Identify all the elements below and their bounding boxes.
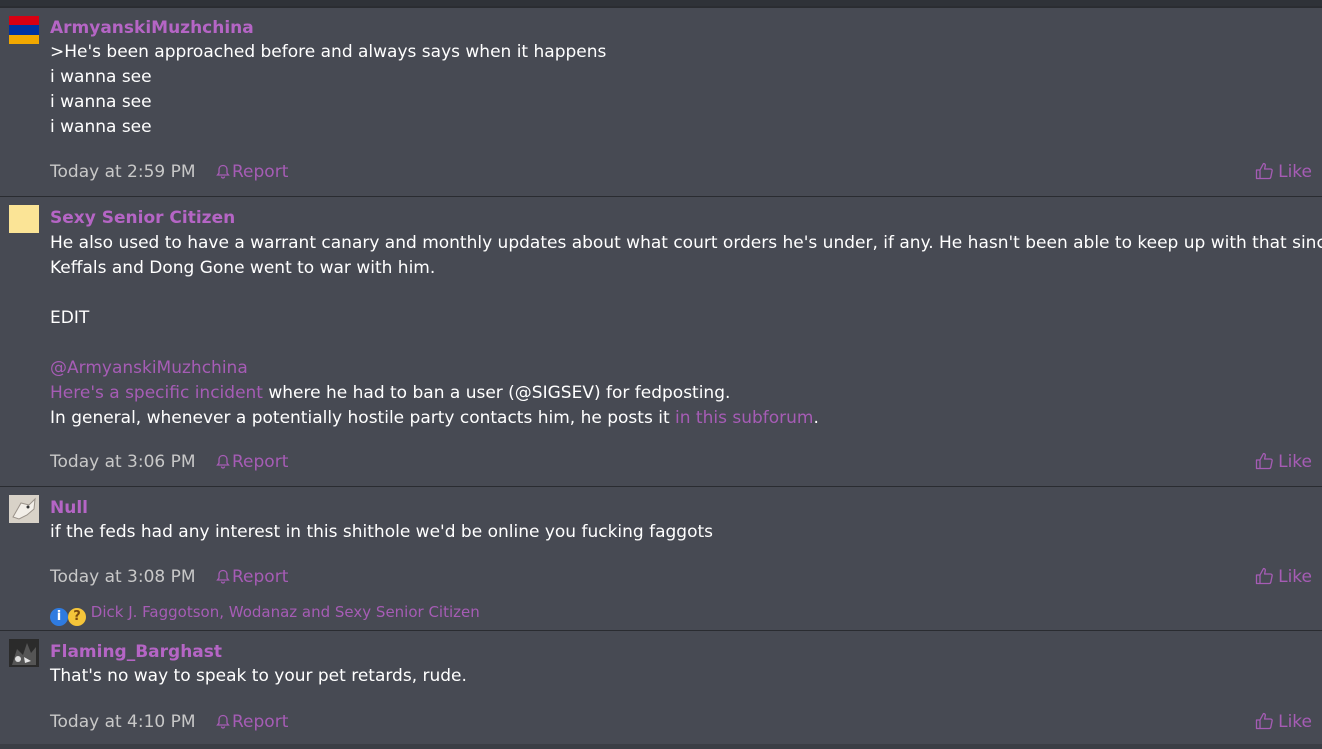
post-timestamp[interactable]: Today at 4:10 PM xyxy=(50,712,196,732)
thumbs-up-icon xyxy=(1255,712,1273,730)
bell-icon xyxy=(216,569,230,584)
post-text: where he had to ban a user (@SIGSEV) for… xyxy=(262,383,731,403)
post-2: Sexy Senior Citizen He also used to have… xyxy=(0,196,1322,486)
post-text: In general, whenever a potentially hosti… xyxy=(50,408,676,428)
like-label: Like xyxy=(1278,162,1312,182)
post-1: ArmyanskiMuzhchina >He's been approached… xyxy=(0,7,1322,196)
report-button[interactable]: Report xyxy=(216,160,288,184)
reactions-users[interactable]: Dick J. Faggotson, Wodanaz and Sexy Seni… xyxy=(91,603,480,621)
report-button[interactable]: Report xyxy=(216,710,288,734)
thinking-face-icon: ? xyxy=(68,608,86,626)
post-line: i wanna see xyxy=(50,92,152,112)
like-button[interactable]: Like xyxy=(1255,710,1312,734)
post-line: >He's been approached before and always … xyxy=(50,42,607,62)
post-line: That's no way to speak to your pet retar… xyxy=(50,666,467,686)
post-line: Keffals and Dong Gone went to war with h… xyxy=(50,258,436,278)
bell-icon xyxy=(216,454,230,469)
like-button[interactable]: Like xyxy=(1255,160,1312,184)
post-line: i wanna see xyxy=(50,117,152,137)
bell-icon xyxy=(216,714,230,729)
post-text: . xyxy=(813,408,819,428)
post-author[interactable]: ArmyanskiMuzhchina xyxy=(50,17,254,39)
post-timestamp[interactable]: Today at 3:06 PM xyxy=(50,452,196,472)
post-footer: Today at 4:10 PM Report Like xyxy=(50,710,1312,734)
avatar-barghast[interactable] xyxy=(9,639,39,667)
post-timestamp[interactable]: Today at 3:08 PM xyxy=(50,567,196,587)
reactions-bar[interactable]: i? Dick J. Faggotson, Wodanaz and Sexy S… xyxy=(50,601,480,626)
info-reaction-icon: i xyxy=(50,608,68,626)
top-divider xyxy=(0,0,1322,7)
avatar-null[interactable] xyxy=(9,495,39,523)
report-button[interactable]: Report xyxy=(216,565,288,589)
post-line: He also used to have a warrant canary an… xyxy=(50,233,1322,253)
post-body: >He's been approached before and always … xyxy=(50,40,1302,140)
thumbs-up-icon xyxy=(1255,452,1273,470)
like-button[interactable]: Like xyxy=(1255,450,1312,474)
thumbs-up-icon xyxy=(1255,162,1273,180)
like-label: Like xyxy=(1278,712,1312,732)
post-body: That's no way to speak to your pet retar… xyxy=(50,664,1302,689)
post-line: if the feds had any interest in this shi… xyxy=(50,522,714,542)
post-line: EDIT xyxy=(50,308,90,328)
post-4: Flaming_Barghast That's no way to speak … xyxy=(0,630,1322,744)
post-footer: Today at 3:06 PM Report Like xyxy=(50,450,1312,474)
mention-link[interactable]: @ArmyanskiMuzhchina xyxy=(50,356,1302,381)
subforum-link[interactable]: in this subforum xyxy=(675,408,813,428)
avatar-flag[interactable] xyxy=(9,16,39,44)
incident-link[interactable]: Here's a specific incident xyxy=(50,383,263,403)
post-line: Here's a specific incident where he had … xyxy=(50,381,1302,406)
avatar-yellow[interactable] xyxy=(9,205,39,233)
like-label: Like xyxy=(1278,567,1312,587)
post-body: if the feds had any interest in this shi… xyxy=(50,520,1302,545)
report-button[interactable]: Report xyxy=(216,450,288,474)
report-label: Report xyxy=(232,452,289,472)
report-label: Report xyxy=(232,162,289,182)
post-footer: Today at 2:59 PM Report Like xyxy=(50,160,1312,184)
report-label: Report xyxy=(232,712,289,732)
post-author[interactable]: Null xyxy=(50,497,88,519)
post-body: He also used to have a warrant canary an… xyxy=(50,231,1322,431)
post-timestamp[interactable]: Today at 2:59 PM xyxy=(50,162,196,182)
thumbs-up-icon xyxy=(1255,567,1273,585)
like-button[interactable]: Like xyxy=(1255,565,1312,589)
post-author[interactable]: Sexy Senior Citizen xyxy=(50,207,235,229)
bell-icon xyxy=(216,164,230,179)
like-label: Like xyxy=(1278,452,1312,472)
post-3: Null if the feds had any interest in thi… xyxy=(0,486,1322,630)
post-footer: Today at 3:08 PM Report Like xyxy=(50,565,1312,589)
post-line: In general, whenever a potentially hosti… xyxy=(50,406,1302,431)
post-author[interactable]: Flaming_Barghast xyxy=(50,641,222,663)
post-line: i wanna see xyxy=(50,67,152,87)
report-label: Report xyxy=(232,567,289,587)
